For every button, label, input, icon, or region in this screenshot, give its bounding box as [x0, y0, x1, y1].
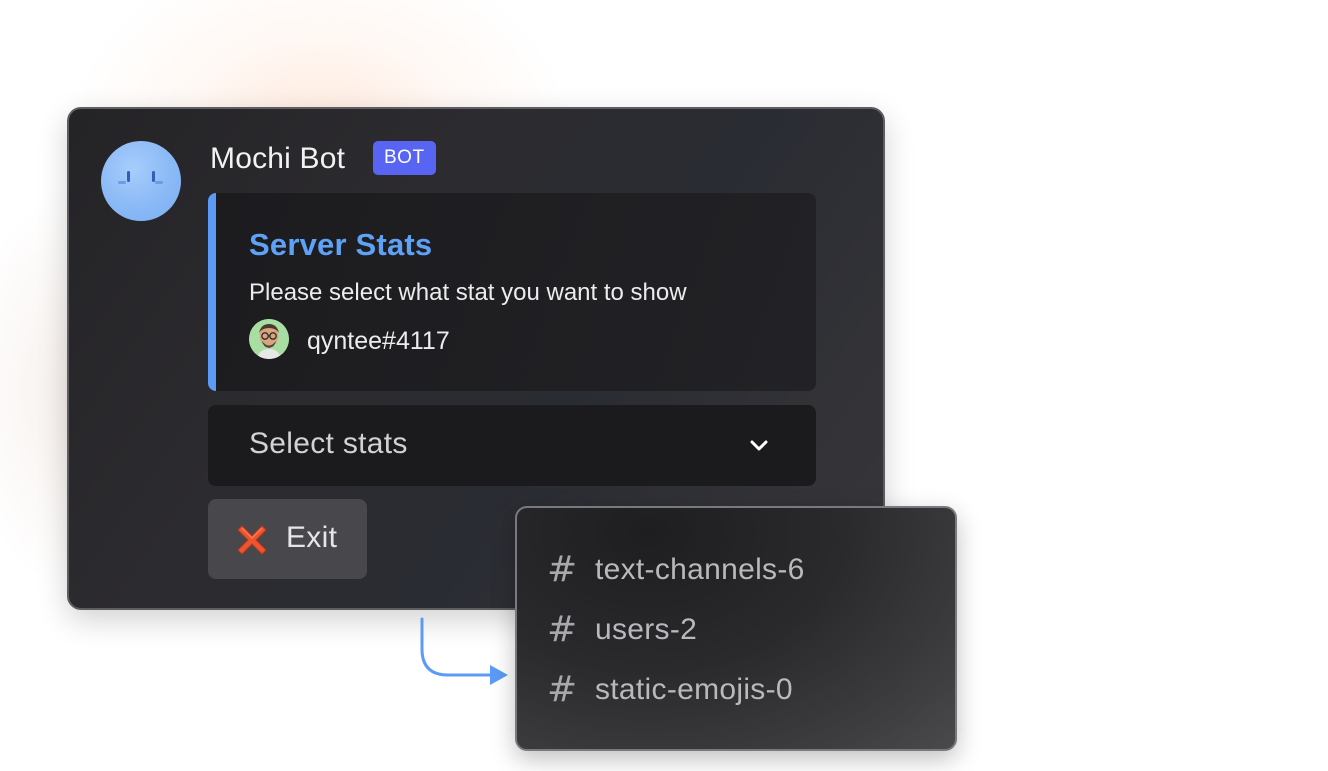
avatar-blush-right	[155, 181, 163, 184]
embed-title: Server Stats	[249, 227, 433, 262]
select-placeholder: Select stats	[249, 427, 408, 460]
exit-button-label: Exit	[286, 521, 338, 554]
stats-select[interactable]: Select stats	[208, 405, 816, 486]
dropdown-option-static-emojis[interactable]: # static-emojis-0	[547, 670, 793, 710]
cross-mark-icon	[237, 525, 267, 555]
avatar-blush-left	[118, 181, 126, 184]
option-label: static-emojis-0	[595, 673, 793, 706]
bot-tag-badge: BOT	[373, 141, 436, 175]
bot-avatar[interactable]	[101, 141, 181, 221]
option-label: users-2	[595, 613, 698, 646]
dropdown-option-users[interactable]: # users-2	[547, 610, 697, 650]
hash-icon: #	[547, 669, 578, 710]
embed-user-name: qyntee#4117	[307, 327, 450, 355]
embed-description: Please select what stat you want to show	[249, 279, 687, 306]
option-label: text-channels-6	[595, 553, 805, 586]
stats-dropdown-menu: # text-channels-6 # users-2 # static-emo…	[515, 506, 957, 751]
bot-username[interactable]: Mochi Bot	[210, 142, 345, 176]
connector-arrow-icon	[420, 617, 508, 685]
exit-button[interactable]: Exit	[208, 499, 367, 579]
hash-icon: #	[547, 609, 578, 650]
memoji-icon	[249, 319, 289, 359]
chevron-down-icon	[750, 440, 768, 451]
embed: Server Stats Please select what stat you…	[208, 193, 816, 391]
avatar-eye-left	[127, 171, 130, 182]
dropdown-option-text-channels[interactable]: # text-channels-6	[547, 550, 805, 590]
hash-icon: #	[547, 549, 578, 590]
user-avatar	[249, 319, 289, 359]
